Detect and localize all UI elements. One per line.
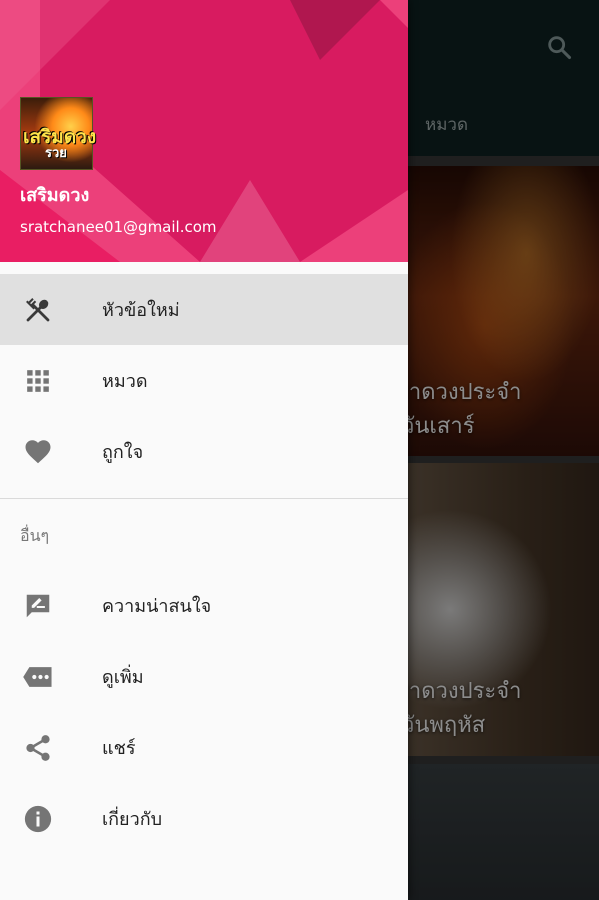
drawer-item-favorites[interactable]: ถูกใจ (0, 416, 408, 487)
drawer-item-label: ถูกใจ (102, 442, 144, 463)
drawer-item-about[interactable]: เกี่ยวกับ (0, 783, 408, 854)
drawer-item-label: แชร์ (102, 738, 136, 759)
avatar-logo-subtext: รวย (45, 146, 67, 161)
divider (0, 498, 408, 499)
drawer-item-label: ดูเพิ่ม (102, 667, 144, 688)
drawer-item-rate[interactable]: ความน่าสนใจ (0, 570, 408, 641)
user-email: sratchanee01@gmail.com (20, 218, 217, 236)
drawer-header: เสริมดวง รวย เสริมดวง sratchanee01@gmail… (0, 0, 408, 262)
heart-icon (22, 436, 54, 468)
drawer-item-more[interactable]: ดูเพิ่ม (0, 641, 408, 712)
drawer-item-label: ความน่าสนใจ (102, 596, 212, 617)
grid-icon (22, 365, 54, 397)
rate-review-icon (22, 590, 54, 622)
drawer-item-categories[interactable]: หมวด (0, 345, 408, 416)
drawer-item-label: หัวข้อใหม่ (102, 300, 180, 321)
section-title: อื่นๆ (20, 526, 50, 545)
user-name: เสริมดวง (20, 185, 90, 206)
drawer-item-share[interactable]: แชร์ (0, 712, 408, 783)
drawer-item-label: หมวด (102, 371, 148, 392)
drawer-item-new-topics[interactable]: หัวข้อใหม่ (0, 274, 408, 345)
fork-spoon-icon (22, 294, 54, 326)
info-icon (22, 803, 54, 835)
share-icon (22, 732, 54, 764)
avatar[interactable]: เสริมดวง รวย (20, 97, 96, 170)
drawer-item-label: เกี่ยวกับ (102, 809, 163, 830)
drawer-scrim[interactable] (408, 0, 599, 900)
navigation-drawer: เสริมดวง รวย เสริมดวง sratchanee01@gmail… (0, 0, 408, 900)
more-tag-icon (22, 661, 54, 693)
